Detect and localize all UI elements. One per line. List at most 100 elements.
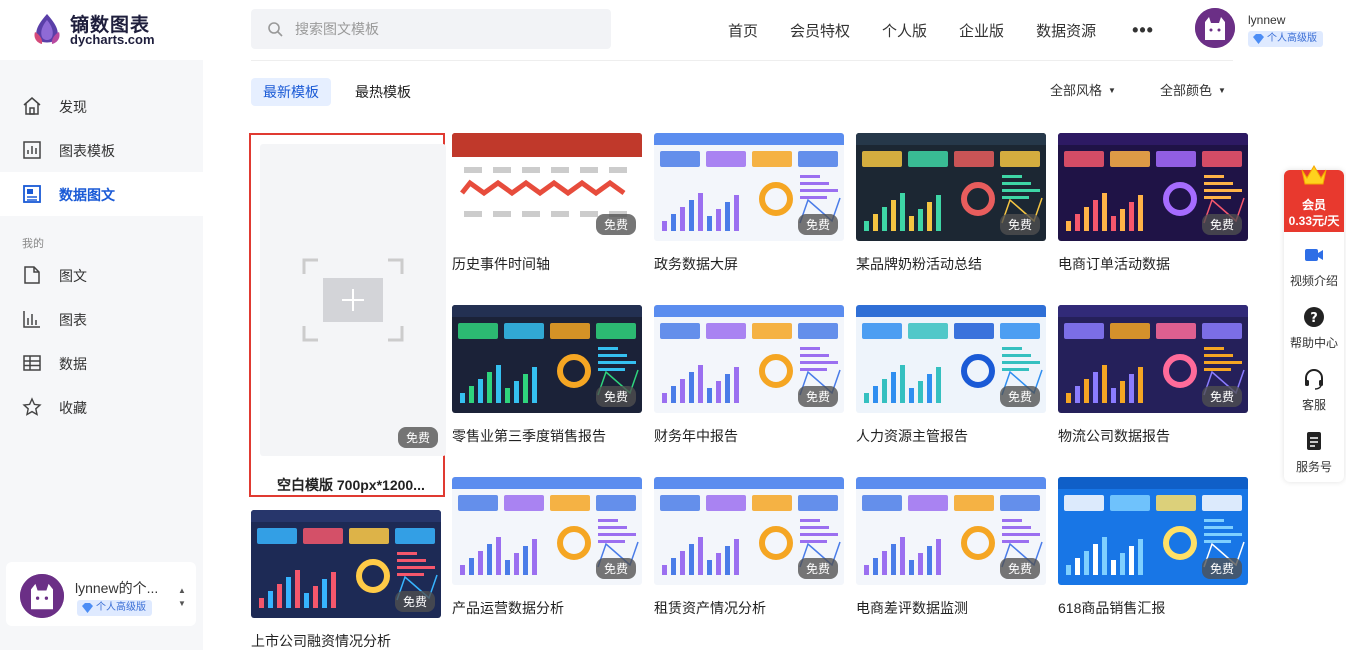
free-badge: 免费 <box>999 558 1040 579</box>
free-badge: 免费 <box>394 591 435 612</box>
free-badge: 免费 <box>797 386 838 407</box>
nav-home[interactable]: 首页 <box>728 20 758 41</box>
template-title: 某品牌奶粉活动总结 <box>856 256 982 272</box>
vip-price: 0.33元/天 <box>1288 214 1340 228</box>
free-badge: 免费 <box>999 214 1040 235</box>
video-intro-button[interactable]: 视频介绍 <box>1284 244 1344 300</box>
customer-service-button[interactable]: 客服 <box>1284 368 1344 424</box>
tab-latest[interactable]: 最新模板 <box>251 78 331 106</box>
template-thumbnail[interactable]: 免费 <box>654 477 844 585</box>
logo-domain: dycharts.com <box>70 32 155 47</box>
tab-hottest[interactable]: 最热模板 <box>343 78 423 106</box>
template-thumbnail[interactable]: 免费 <box>1058 305 1248 413</box>
template-title: 人力资源主管报告 <box>856 428 968 444</box>
template-title: 财务年中报告 <box>654 428 738 444</box>
sidebar-item-my-charts[interactable]: 图表 <box>0 297 203 341</box>
template-thumbnail[interactable]: 免费 <box>1058 133 1248 241</box>
sidebar-username: lynnew的个... <box>75 580 159 596</box>
free-badge: 免费 <box>1201 214 1242 235</box>
bar-chart-icon <box>23 311 40 328</box>
template-thumbnail[interactable]: 免费 <box>856 477 1046 585</box>
template-title: 产品运营数据分析 <box>452 600 564 616</box>
expand-toggle-icon[interactable]: ▲ ▼ <box>178 584 186 610</box>
document-icon <box>24 266 40 284</box>
filter-style[interactable]: 全部风格 ▼ <box>1050 80 1116 99</box>
question-icon: ? <box>1304 307 1324 327</box>
sidebar-item-chart-templates[interactable]: 图表模板 <box>0 128 203 172</box>
diamond-icon <box>1253 34 1264 44</box>
search-input[interactable] <box>295 19 595 39</box>
template-thumbnail[interactable]: 免费 <box>654 133 844 241</box>
user-menu[interactable]: lynnew 个人高级版 <box>1195 8 1345 52</box>
blank-template-title: 空白模版 700px*1200... <box>277 477 425 493</box>
blank-template-card[interactable]: 免费 空白模版 700px*1200... <box>249 133 446 497</box>
template-thumbnail[interactable]: 免费 <box>654 305 844 413</box>
template-title: 上市公司融资情况分析 <box>251 633 391 649</box>
vip-label: 会员 <box>1301 198 1326 212</box>
template-title: 物流公司数据报告 <box>1058 428 1170 444</box>
template-title: 电商差评数据监测 <box>856 600 968 616</box>
help-center-button[interactable]: ? 帮助中心 <box>1284 306 1344 362</box>
nav-enterprise[interactable]: 企业版 <box>959 20 1004 41</box>
divider <box>251 60 1233 61</box>
template-thumbnail[interactable]: 免费 <box>856 305 1046 413</box>
sidebar-item-favorites[interactable]: 收藏 <box>0 385 203 429</box>
template-title: 政务数据大屏 <box>654 256 738 272</box>
free-badge: 免费 <box>397 427 438 448</box>
nav-personal[interactable]: 个人版 <box>882 20 927 41</box>
sidebar-item-my-graphics[interactable]: 图文 <box>0 253 203 297</box>
sidebar-section-mine: 我的 <box>22 238 44 250</box>
headset-icon <box>1305 369 1323 390</box>
search-box[interactable] <box>251 9 611 49</box>
top-bar: 镝数图表 dycharts.com 首页 会员特权 个人版 企业版 数据资源 •… <box>0 0 1346 60</box>
free-badge: 免费 <box>595 214 636 235</box>
free-badge: 免费 <box>999 386 1040 407</box>
help-center-label: 帮助中心 <box>1289 336 1338 350</box>
free-badge: 免费 <box>1201 386 1242 407</box>
template-title: 历史事件时间轴 <box>452 256 550 272</box>
logo[interactable]: 镝数图表 dycharts.com <box>30 10 180 50</box>
template-title: 零售业第三季度销售报告 <box>452 428 606 444</box>
template-thumbnail[interactable]: 免费 <box>452 305 642 413</box>
svg-text:?: ? <box>1310 311 1318 326</box>
floating-toolbar: 会员 0.33元/天 视频介绍 ? 帮助中心 客服 服务号 <box>1284 165 1344 482</box>
template-thumbnail[interactable]: 免费 <box>1058 477 1248 585</box>
cat-avatar-icon <box>20 574 64 618</box>
membership-badge: 个人高级版 <box>77 600 152 616</box>
template-title: 618商品销售汇报 <box>1058 600 1166 616</box>
username: lynnew <box>1248 13 1286 27</box>
sidebar-user-card[interactable]: lynnew的个... 个人高级版 ▲ ▼ <box>6 562 196 626</box>
table-icon <box>23 355 41 371</box>
free-badge: 免费 <box>595 386 636 407</box>
star-icon <box>22 397 42 416</box>
template-thumbnail[interactable]: 免费 <box>452 133 642 241</box>
free-badge: 免费 <box>797 558 838 579</box>
service-account-button[interactable]: 服务号 <box>1284 430 1344 486</box>
sidebar-item-discover[interactable]: 发现 <box>0 84 203 128</box>
sidebar: 发现 图表模板 数据图文 我的 图文 图表 数据 收藏 lynnew的个... <box>0 60 203 650</box>
sidebar-item-data-graphics[interactable]: 数据图文 <box>0 172 203 216</box>
sidebar-item-label: 发现 <box>59 99 87 115</box>
template-thumbnail[interactable]: 免费 <box>251 510 441 618</box>
search-icon <box>268 22 283 37</box>
avatar[interactable] <box>20 574 64 618</box>
data-graphic-icon <box>23 185 41 203</box>
nav-data-resources[interactable]: 数据资源 <box>1036 20 1096 41</box>
more-menu-icon[interactable]: ••• <box>1132 20 1154 41</box>
blank-template-thumb[interactable]: 免费 <box>260 144 446 456</box>
filter-color[interactable]: 全部颜色 ▼ <box>1160 80 1226 99</box>
template-thumbnail[interactable]: 免费 <box>856 133 1046 241</box>
nav-membership[interactable]: 会员特权 <box>790 20 850 41</box>
vip-promo[interactable]: 会员 0.33元/天 <box>1284 165 1344 232</box>
avatar[interactable] <box>1195 8 1235 48</box>
membership-badge: 个人高级版 <box>1248 31 1323 47</box>
sidebar-item-my-data[interactable]: 数据 <box>0 341 203 385</box>
filter-style-label: 全部风格 <box>1050 83 1103 98</box>
main-nav: 首页 会员特权 个人版 企业版 数据资源 ••• <box>712 0 1154 60</box>
sidebar-item-label: 数据图文 <box>59 187 115 203</box>
template-thumbnail[interactable]: 免费 <box>452 477 642 585</box>
main-content: 最新模板 最热模板 全部风格 ▼ 全部颜色 ▼ 免费 空白模版 700px*1200… <box>203 60 1346 650</box>
add-blank-icon <box>302 258 404 342</box>
video-intro-label: 视频介绍 <box>1289 274 1338 288</box>
sidebar-item-label: 收藏 <box>59 400 87 416</box>
